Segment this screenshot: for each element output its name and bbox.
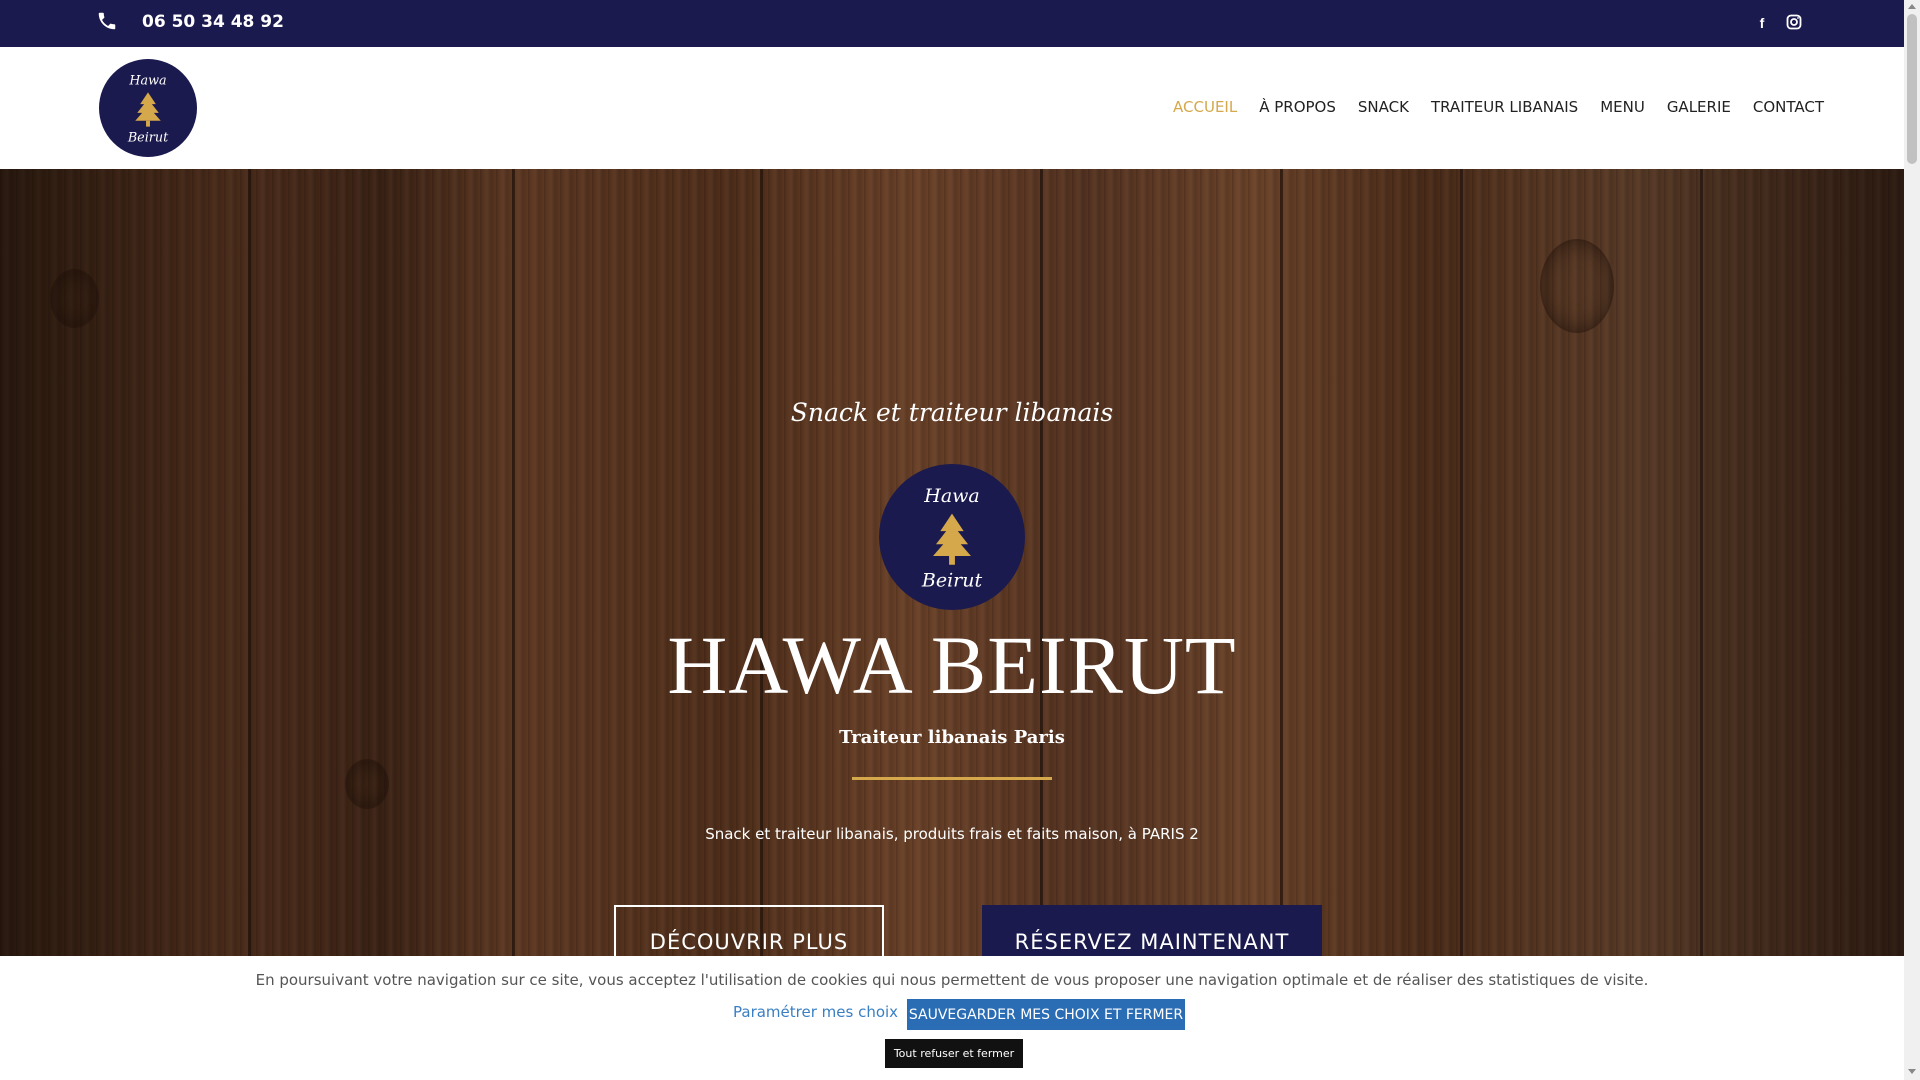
nav-item-traiteur-libanais[interactable]: TRAITEUR LIBANAIS — [1431, 98, 1578, 116]
scroll-up-arrow-icon[interactable] — [1908, 4, 1916, 9]
discover-more-button[interactable]: DÉCOUVRIR PLUS — [614, 905, 884, 956]
hero-tagline: Snack et traiteur libanais — [790, 398, 1114, 427]
hero-section: Snack et traiteur libanais Hawa Beirut H… — [0, 169, 1904, 956]
nav-item-snack[interactable]: SNACK — [1358, 98, 1409, 116]
wood-knot — [50, 269, 99, 328]
svg-text:Beirut: Beirut — [127, 130, 169, 145]
gold-divider — [852, 777, 1052, 780]
nav-item-contact[interactable]: CONTACT — [1753, 98, 1824, 116]
scrollbar-thumb[interactable] — [1907, 14, 1917, 164]
hero-description: Snack et traiteur libanais, produits fra… — [705, 825, 1199, 843]
nav-item-accueil[interactable]: ACCUEIL — [1173, 98, 1237, 116]
cookie-banner: En poursuivant votre navigation sur ce s… — [0, 956, 1904, 1080]
wood-knot — [1540, 239, 1614, 333]
header-logo[interactable]: Hawa Beirut — [99, 59, 197, 157]
nav-item-a-propos[interactable]: À PROPOS — [1259, 98, 1336, 116]
top-bar: 06 50 34 48 92 f — [0, 0, 1904, 47]
main-nav: ACCUEIL À PROPOS SNACK TRAITEUR LIBANAIS… — [1151, 98, 1824, 116]
hero-logo: Hawa Beirut — [879, 464, 1025, 610]
svg-text:Hawa: Hawa — [923, 485, 979, 507]
hero-subtitle: Traiteur libanais Paris — [839, 727, 1065, 748]
svg-text:Hawa: Hawa — [128, 73, 166, 88]
facebook-icon[interactable]: f — [1754, 14, 1770, 32]
nav-item-menu[interactable]: MENU — [1600, 98, 1645, 116]
wood-knot — [345, 759, 389, 809]
instagram-icon[interactable] — [1786, 14, 1802, 30]
cookie-message: En poursuivant votre navigation sur ce s… — [255, 971, 1649, 989]
hero-title: HAWA BEIRUT — [667, 619, 1237, 711]
nav-item-galerie[interactable]: GALERIE — [1667, 98, 1731, 116]
reserve-now-button[interactable]: RÉSERVEZ MAINTENANT — [982, 905, 1322, 956]
cookie-refuse-button[interactable]: Tout refuser et fermer — [885, 1039, 1023, 1068]
svg-text:Beirut: Beirut — [921, 570, 983, 592]
cookie-save-button[interactable]: SAUVEGARDER MES CHOIX ET FERMER — [907, 999, 1185, 1030]
phone-number[interactable]: 06 50 34 48 92 — [142, 12, 284, 32]
phone-icon — [98, 12, 116, 30]
scroll-down-arrow-icon[interactable] — [1908, 1069, 1916, 1074]
cookie-settings-link[interactable]: Paramétrer mes choix — [733, 1003, 898, 1021]
